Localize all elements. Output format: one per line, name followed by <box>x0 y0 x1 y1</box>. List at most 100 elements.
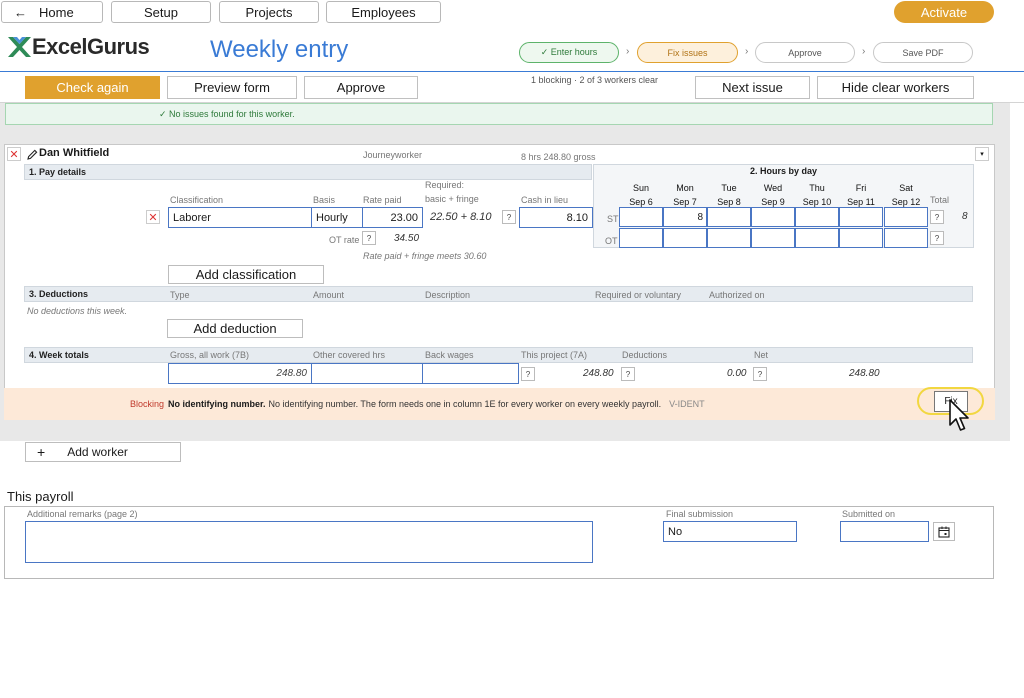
check-again-button[interactable]: Check again <box>25 76 160 99</box>
col-required-sublabel: basic + fringe <box>425 194 479 204</box>
ot-rate-label: OT rate <box>329 235 360 245</box>
remarks-label: Additional remarks (page 2) <box>27 509 138 519</box>
rate-paid-field[interactable]: 23.00 <box>362 207 423 228</box>
issue-code: V-IDENT <box>669 399 705 409</box>
projects-button[interactable]: Projects <box>219 1 319 23</box>
next-issue-button[interactable]: Next issue <box>695 76 810 99</box>
col-other-hrs: Other covered hrs <box>313 350 386 360</box>
help-button[interactable]: ? <box>362 231 376 245</box>
classification-field[interactable]: Laborer <box>168 207 312 228</box>
st-hours-cell[interactable] <box>884 207 928 227</box>
deductions-header: 3. Deductions <box>24 286 973 302</box>
step-enter-hours[interactable]: ✓ Enter hours <box>519 42 619 63</box>
ot-hours-cell[interactable] <box>751 228 795 248</box>
day-name: Mon <box>676 183 694 193</box>
help-button[interactable]: ? <box>930 210 944 224</box>
ot-hours-cell[interactable] <box>707 228 751 248</box>
preview-form-button[interactable]: Preview form <box>167 76 297 99</box>
help-button[interactable]: ? <box>502 210 516 224</box>
pencil-icon <box>27 149 38 160</box>
header-divider <box>0 71 1024 72</box>
submitted-on-label: Submitted on <box>842 509 896 519</box>
col-authorized-on: Authorized on <box>709 290 765 300</box>
st-hours-cell[interactable] <box>751 207 795 227</box>
setup-button[interactable]: Setup <box>111 1 211 23</box>
ot-hours-cell[interactable] <box>884 228 928 248</box>
st-hours-cell[interactable] <box>839 207 883 227</box>
hours-header: 2. Hours by day <box>749 166 818 176</box>
submitted-on-field[interactable] <box>840 521 929 542</box>
remove-classification-button[interactable]: ✕ <box>146 210 160 224</box>
activate-button[interactable]: Activate <box>894 1 994 23</box>
back-wages-field[interactable] <box>422 363 519 384</box>
add-worker-button[interactable]: + Add worker <box>25 442 181 462</box>
basis-select[interactable]: Hourly <box>311 207 363 228</box>
step-fix-issues[interactable]: Fix issues <box>637 42 738 63</box>
col-description: Description <box>425 290 471 300</box>
step-save-pdf[interactable]: Save PDF <box>873 42 973 63</box>
help-button[interactable]: ? <box>521 367 535 381</box>
day-column-header: Mon Sep 7 <box>663 181 707 209</box>
ot-hours-cell[interactable] <box>795 228 839 248</box>
day-name: Sat <box>899 183 913 193</box>
cash-in-lieu-field[interactable]: 8.10 <box>519 207 593 228</box>
col-amount: Amount <box>313 290 345 300</box>
back-arrow-icon: ← <box>14 4 27 20</box>
remove-worker-button[interactable]: ✕ <box>7 147 21 161</box>
pay-details-header: 1. Pay details <box>24 164 592 180</box>
remarks-textarea[interactable] <box>25 521 593 563</box>
day-column-header: Wed Sep 9 <box>751 181 795 209</box>
ot-hours-cell[interactable] <box>663 228 707 248</box>
edit-worker-button[interactable] <box>27 147 38 165</box>
step-separator: › <box>626 46 630 57</box>
net-value: 248.80 <box>849 368 880 379</box>
ot-hours-cell[interactable] <box>839 228 883 248</box>
rate-note: Rate paid + fringe meets 30.60 <box>363 251 487 261</box>
add-deduction-button[interactable]: Add deduction <box>167 319 303 338</box>
week-totals-title: 4. Week totals <box>29 350 89 360</box>
worker-role: Journeyworker <box>363 150 423 160</box>
logo-x-icon <box>8 37 31 57</box>
date-picker-button[interactable] <box>933 522 955 541</box>
other-covered-hrs-field[interactable] <box>311 363 423 384</box>
help-button[interactable]: ? <box>621 367 635 381</box>
add-worker-label: Add worker <box>67 445 128 459</box>
collapse-worker-button[interactable]: ▾ <box>975 147 989 161</box>
st-hours-cell[interactable] <box>619 207 663 227</box>
approve-button[interactable]: Approve <box>304 76 418 99</box>
deductions-title: 3. Deductions <box>29 289 89 299</box>
step-separator: › <box>745 46 749 57</box>
issue-message: No identifying number. The form needs on… <box>268 399 662 409</box>
deductions-value: 0.00 <box>727 368 747 379</box>
validation-status: 1 blocking · 2 of 3 workers clear <box>531 75 659 85</box>
st-hours-cell[interactable] <box>707 207 751 227</box>
day-column-header: Sun Sep 6 <box>619 181 663 209</box>
col-this-project: This project (7A) <box>521 350 588 360</box>
step-approve[interactable]: Approve <box>755 42 855 63</box>
day-name: Tue <box>721 183 737 193</box>
hide-clear-workers-button[interactable]: Hide clear workers <box>817 76 974 99</box>
day-column-header: Thu Sep 10 <box>795 181 839 209</box>
final-submission-select[interactable]: No <box>663 521 797 542</box>
payroll-heading: This payroll <box>7 489 74 504</box>
add-classification-button[interactable]: Add classification <box>168 265 324 284</box>
day-column-header: Fri Sep 11 <box>839 181 883 209</box>
day-name: Fri <box>855 183 867 193</box>
excelgurus-logo: ExcelGurus <box>6 34 150 60</box>
blocking-issue-banner: Blocking No identifying number. No ident… <box>4 388 995 420</box>
help-button[interactable]: ? <box>930 231 944 245</box>
col-deductions: Deductions <box>622 350 668 360</box>
ot-hours-cell[interactable] <box>619 228 663 248</box>
st-hours-cell[interactable]: 8 <box>663 207 707 227</box>
gross-all-work-field[interactable]: 248.80 <box>168 363 312 384</box>
col-cash-in-lieu: Cash in lieu <box>521 195 569 205</box>
brand-name: ExcelGurus <box>32 34 150 59</box>
issue-title: No identifying number. <box>168 399 266 409</box>
st-hours-cell[interactable] <box>795 207 839 227</box>
employees-button[interactable]: Employees <box>326 1 441 23</box>
help-button[interactable]: ? <box>753 367 767 381</box>
col-basis: Basis <box>313 195 336 205</box>
home-button[interactable]: ← Home <box>1 1 103 23</box>
col-back-wages: Back wages <box>425 350 474 360</box>
step-separator: › <box>862 46 866 57</box>
